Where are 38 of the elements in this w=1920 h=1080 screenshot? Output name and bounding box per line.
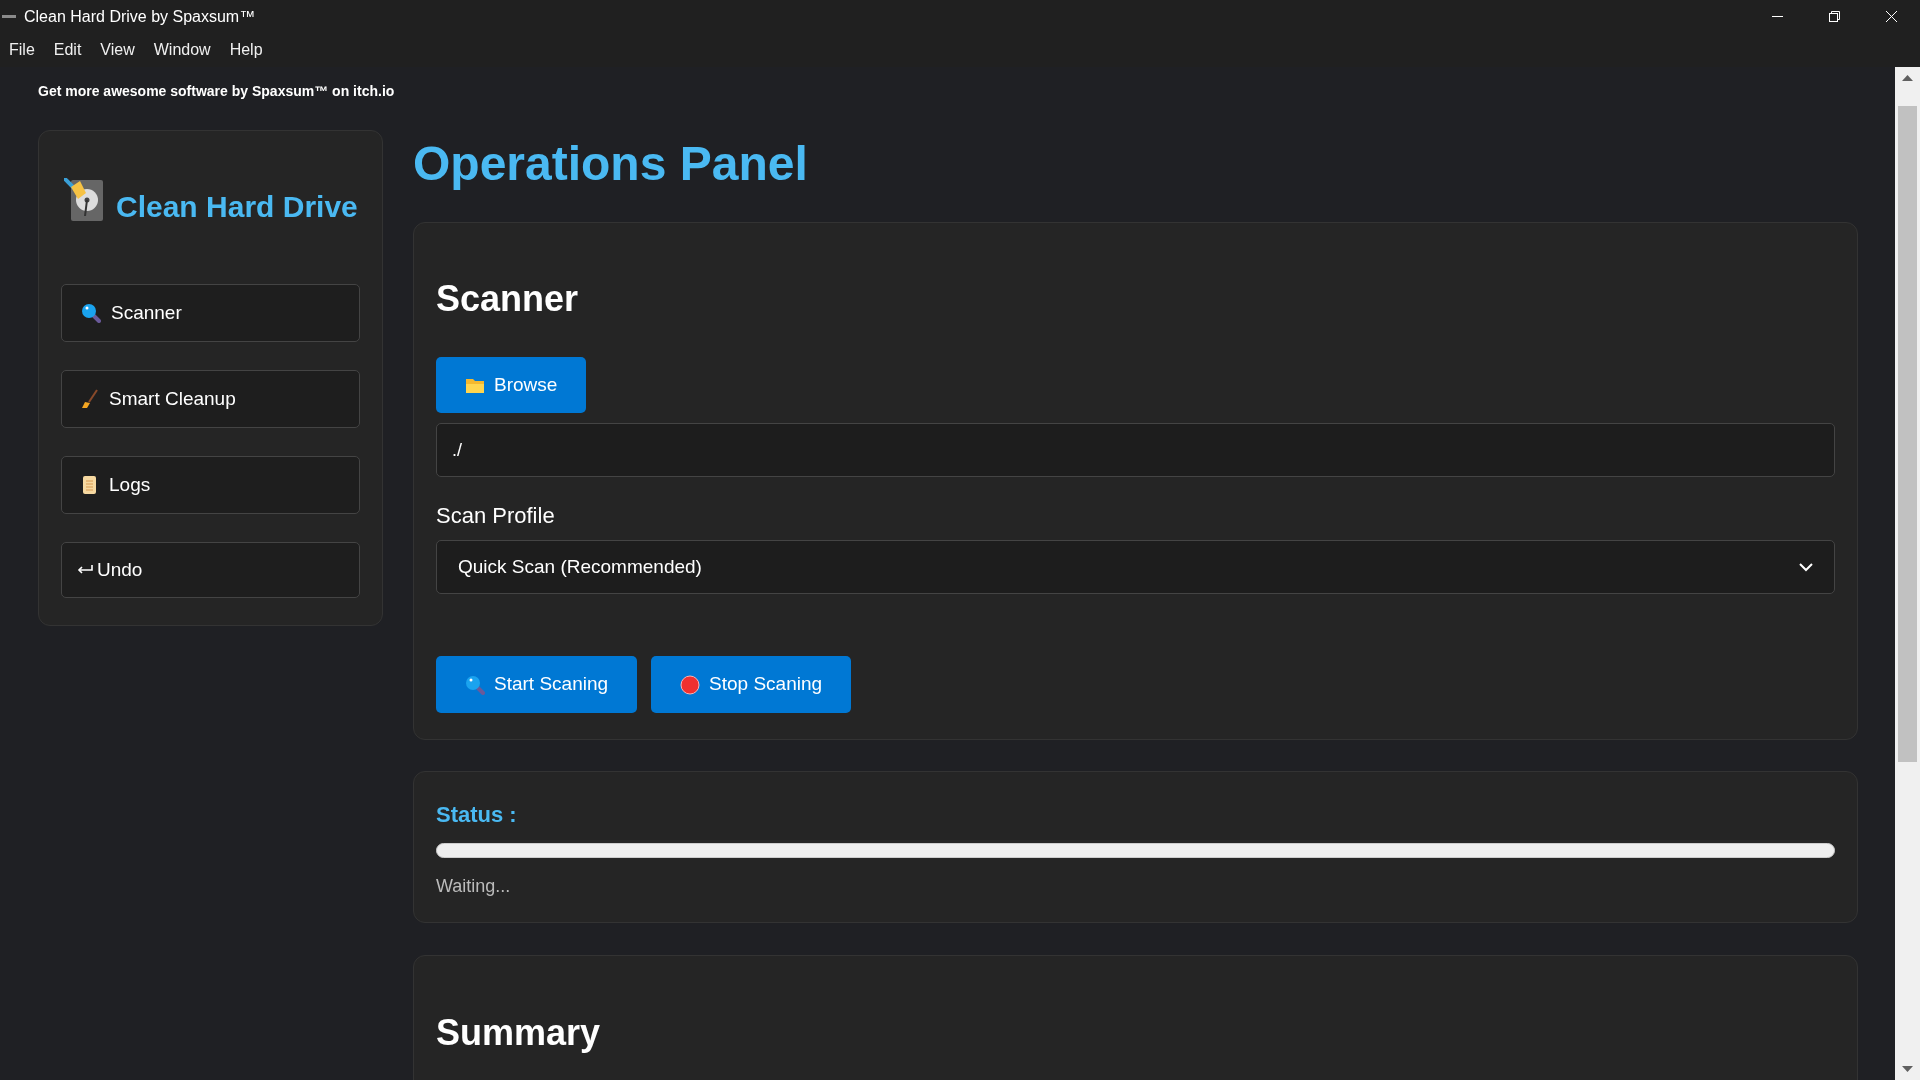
app-title: Clean Hard Drive: [116, 192, 358, 222]
nav-button[interactable]: Logs: [61, 456, 360, 514]
nav-button[interactable]: Smart Cleanup: [61, 370, 360, 428]
close-icon: [1886, 11, 1897, 22]
chevron-down-icon: [1799, 562, 1813, 572]
path-field[interactable]: ./: [436, 423, 1835, 477]
scrollbar[interactable]: [1895, 67, 1920, 1080]
nav-button[interactable]: Scanner: [61, 284, 360, 342]
magnifier-icon: [465, 674, 485, 695]
restore-icon: [1829, 11, 1840, 22]
section-title: Scanner: [436, 281, 580, 317]
folder-icon: [465, 376, 485, 394]
menu-item[interactable]: File: [9, 38, 35, 62]
magnifier-icon: [81, 303, 101, 323]
hard-drive-broom-icon: [64, 178, 106, 224]
browse-button[interactable]: Browse: [436, 357, 587, 413]
menu-item[interactable]: View: [100, 38, 135, 62]
status-message: Waiting...: [436, 875, 512, 898]
menu-item[interactable]: Window: [153, 38, 211, 62]
status-label: Status :: [436, 801, 518, 829]
undo-arrow-icon: [77, 564, 93, 576]
scroll-icon: [81, 475, 99, 495]
broom-icon: [81, 389, 99, 409]
menu-item[interactable]: Help: [229, 38, 263, 62]
action-button[interactable]: Start Scaning: [436, 656, 638, 713]
scroll-up-arrow-icon[interactable]: [1902, 75, 1913, 81]
page-heading: Operations Panel: [413, 140, 809, 188]
action-button[interactable]: Stop Scaning: [651, 656, 852, 713]
stop-icon: [680, 674, 701, 695]
scroll-down-arrow-icon[interactable]: [1902, 1066, 1913, 1072]
section-title: Summary: [436, 1015, 602, 1051]
minimize-icon: [1772, 15, 1783, 18]
nav-button[interactable]: Undo: [61, 542, 360, 598]
window-title: Clean Hard Drive by Spaxsum™: [24, 6, 256, 27]
promo-link[interactable]: Get more awesome software by Spaxsum™ on itch.io: [38, 81, 1858, 102]
profile-dropdown[interactable]: Quick Scan (Recommended): [436, 540, 1835, 594]
menu-item[interactable]: Edit: [53, 38, 82, 62]
field-label: Scan Profile: [436, 502, 556, 530]
